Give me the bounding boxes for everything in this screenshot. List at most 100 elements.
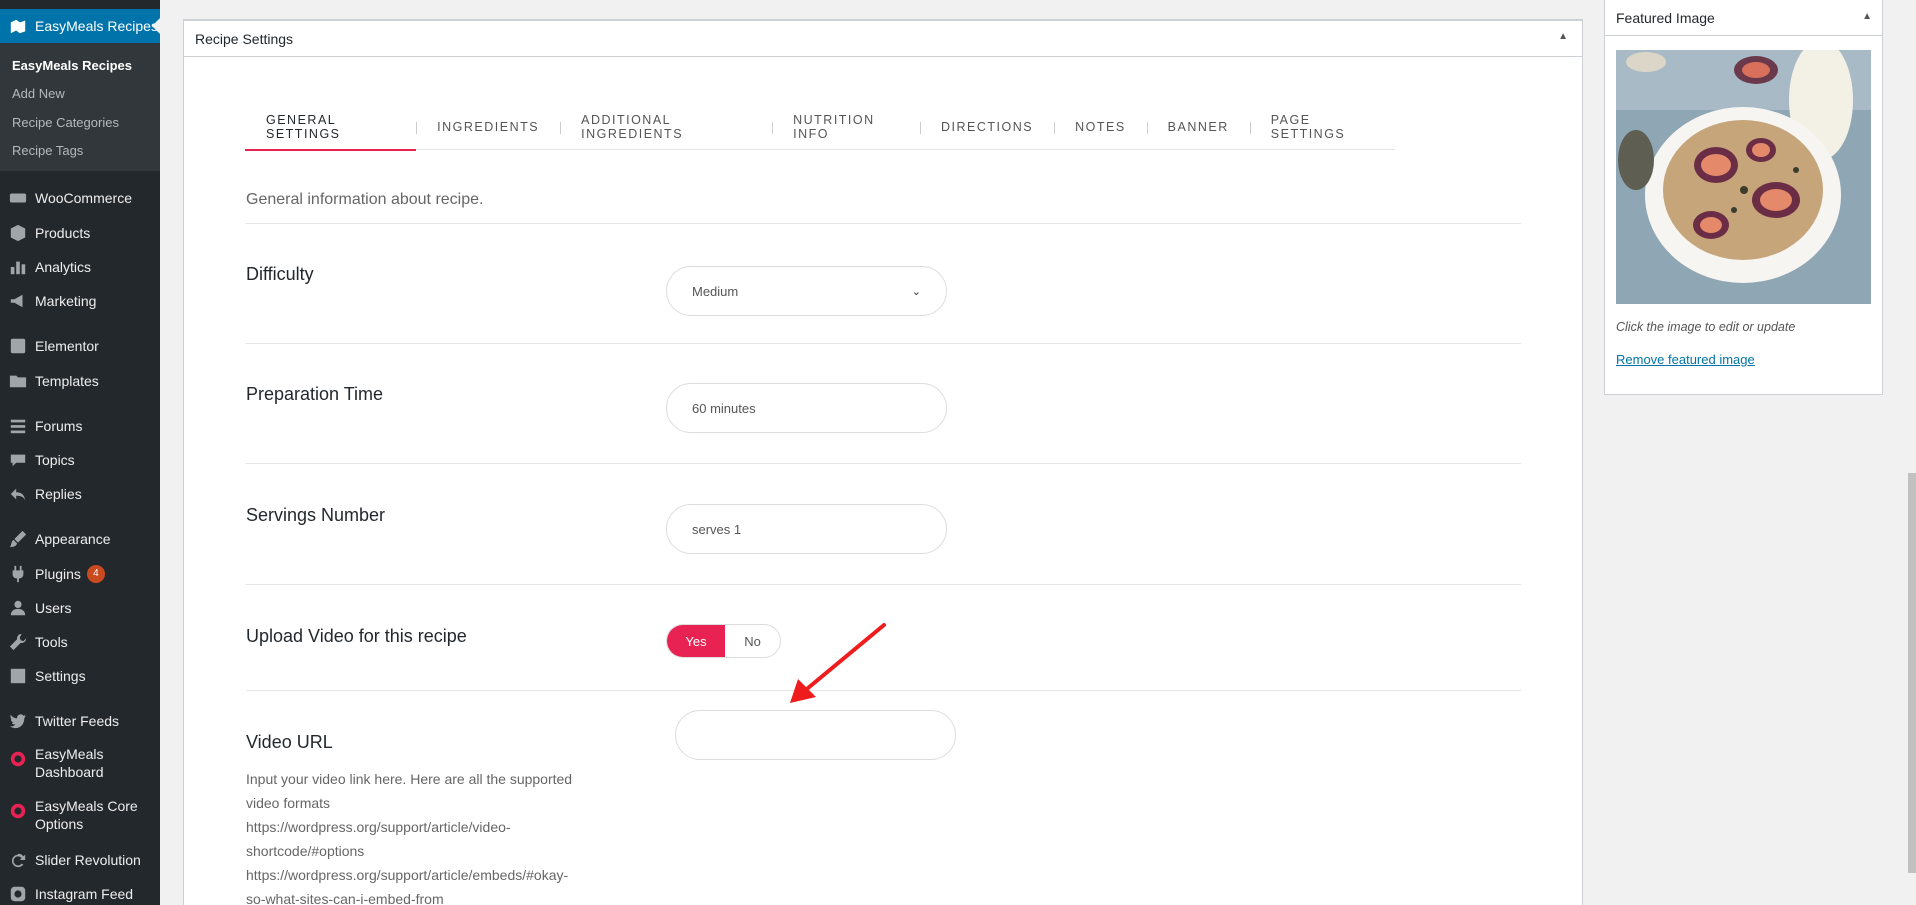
remove-featured-image-link[interactable]: Remove featured image — [1616, 352, 1755, 367]
toggle-yes-button[interactable]: Yes — [667, 625, 725, 657]
toggle-no-button[interactable]: No — [725, 625, 780, 657]
sidebar-item-marketing[interactable]: Marketing — [0, 284, 160, 318]
video-url-help: Input your video link here. Here are all… — [246, 767, 616, 905]
tab-additional-ingredients[interactable]: ADDITIONAL INGREDIENTS — [560, 104, 772, 150]
divider — [246, 343, 1521, 344]
help-line: shortcode/#options — [246, 843, 365, 859]
settings-tabs: GENERAL SETTINGS INGREDIENTS ADDITIONAL … — [245, 104, 1395, 151]
sidebar-item-replies[interactable]: Replies — [0, 477, 160, 511]
tab-page-settings[interactable]: PAGE SETTINGS — [1249, 104, 1395, 150]
sidebar-item-forums[interactable]: Forums — [0, 409, 160, 443]
plugin-icon — [8, 564, 28, 584]
video-url-input[interactable] — [675, 710, 956, 760]
collapse-toggle-icon[interactable]: ▲ — [1558, 31, 1568, 42]
submenu-item-recipe-tags[interactable]: Recipe Tags — [0, 137, 160, 166]
tab-ingredients[interactable]: INGREDIENTS — [416, 104, 560, 150]
easymeals-icon — [8, 801, 28, 821]
topics-icon — [8, 450, 28, 470]
difficulty-value: Medium — [692, 283, 739, 299]
help-line: Input your video link here. Here are all… — [246, 771, 573, 787]
metabox-header[interactable]: Recipe Settings ▲ — [184, 21, 1582, 57]
refresh-icon — [8, 850, 28, 870]
help-line: video formats — [246, 795, 331, 811]
admin-sidebar: EasyMeals Recipes EasyMeals Recipes Add … — [0, 0, 160, 905]
metabox-title: Recipe Settings — [195, 30, 294, 47]
sidebar-item-label: Settings — [35, 668, 86, 684]
megaphone-icon — [8, 291, 28, 311]
submenu-item-add-new[interactable]: Add New — [0, 80, 160, 109]
page-scrollbar[interactable] — [1908, 473, 1916, 873]
sidebar-item-tools[interactable]: Tools — [0, 625, 160, 659]
featured-image-box: Featured Image ▲ Click the image to edit… — [1604, 0, 1883, 395]
sidebar-item-easymeals-recipes[interactable]: EasyMeals Recipes — [0, 9, 160, 43]
sidebar-item-analytics[interactable]: Analytics — [0, 250, 160, 284]
twitter-icon — [8, 711, 28, 731]
sidebar-item-twitter-feeds[interactable]: Twitter Feeds — [0, 704, 160, 738]
upload-video-toggle: Yes No — [666, 624, 781, 658]
folder-icon — [8, 371, 28, 391]
user-icon — [8, 598, 28, 618]
sidebar-item-label: Appearance — [35, 531, 111, 547]
servings-number-input[interactable]: serves 1 — [666, 504, 947, 554]
preparation-time-value: 60 minutes — [692, 400, 756, 416]
sidebar-item-instagram-feed[interactable]: Instagram Feed — [0, 877, 160, 905]
sidebar-item-label: Products — [35, 225, 91, 241]
sidebar-item-label: Marketing — [35, 293, 97, 309]
sidebar-item-plugins[interactable]: Plugins 4 — [0, 557, 160, 591]
sidebar-item-topics[interactable]: Topics — [0, 443, 160, 477]
difficulty-label: Difficulty — [246, 264, 314, 284]
sidebar-item-templates[interactable]: Templates — [0, 364, 160, 398]
sidebar-item-products[interactable]: Products — [0, 216, 160, 250]
sidebar-item-label: Tools — [35, 634, 68, 650]
sidebar-item-settings[interactable]: Settings — [0, 659, 160, 693]
sidebar-item-appearance[interactable]: Appearance — [0, 522, 160, 556]
sidebar-item-easymeals-dashboard[interactable]: EasyMeals Dashboard — [0, 745, 160, 789]
woocommerce-icon — [8, 188, 28, 208]
settings-icon — [8, 666, 28, 686]
easymeals-icon — [8, 749, 28, 769]
replies-icon — [8, 484, 28, 504]
servings-number-label: Servings Number — [246, 505, 386, 525]
tab-directions[interactable]: DIRECTIONS — [920, 104, 1054, 150]
featured-image-note: Click the image to edit or update — [1616, 320, 1796, 334]
sidebar-item-woocommerce[interactable]: WooCommerce — [0, 181, 160, 215]
sidebar-item-label: Twitter Feeds — [35, 713, 120, 729]
divider — [246, 463, 1521, 464]
preparation-time-input[interactable]: 60 minutes — [666, 383, 947, 433]
submenu-item-recipe-categories[interactable]: Recipe Categories — [0, 108, 160, 137]
elementor-icon — [8, 336, 28, 356]
sidebar-item-label: Replies — [35, 486, 82, 502]
tab-notes[interactable]: NOTES — [1054, 104, 1147, 150]
featured-image-title: Featured Image — [1616, 9, 1715, 26]
tab-general-settings[interactable]: GENERAL SETTINGS — [245, 104, 417, 151]
preparation-time-label: Preparation Time — [246, 384, 384, 404]
analytics-icon — [8, 257, 28, 277]
sidebar-item-elementor[interactable]: Elementor — [0, 329, 160, 363]
help-line: https://wordpress.org/support/article/em… — [246, 867, 569, 883]
sidebar-item-label: WooCommerce — [35, 190, 132, 206]
sidebar-submenu: EasyMeals Recipes Add New Recipe Categor… — [0, 43, 160, 171]
sidebar-item-label: Templates — [35, 373, 99, 389]
sidebar-item-label: Users — [35, 600, 72, 616]
sidebar-item-label: Topics — [35, 452, 75, 468]
tab-banner[interactable]: BANNER — [1146, 104, 1250, 150]
sidebar-item-label: Plugins — [35, 566, 81, 582]
brush-icon — [8, 529, 28, 549]
featured-image-header[interactable]: Featured Image ▲ — [1605, 0, 1882, 36]
submenu-item-easymeals-recipes[interactable]: EasyMeals Recipes — [0, 51, 160, 80]
sidebar-item-label: Slider Revolution — [35, 852, 141, 868]
sidebar-item-slider-revolution[interactable]: Slider Revolution — [0, 843, 160, 877]
recipe-icon — [8, 16, 28, 36]
difficulty-select[interactable]: Medium ⌄ — [666, 266, 947, 316]
sidebar-item-label: Forums — [35, 418, 83, 434]
sidebar-item-easymeals-core-options[interactable]: EasyMeals Core Options — [0, 797, 160, 841]
recipe-settings-metabox: Recipe Settings ▲ GENERAL SETTINGS INGRE… — [183, 20, 1583, 905]
collapse-toggle-icon[interactable]: ▲ — [1862, 11, 1872, 22]
tab-nutrition-info[interactable]: NUTRITION INFO — [772, 104, 920, 150]
annotation-arrow — [790, 623, 886, 703]
featured-image-thumbnail[interactable] — [1616, 50, 1871, 304]
sidebar-item-label: Instagram Feed — [35, 886, 134, 902]
sidebar-item-users[interactable]: Users — [0, 591, 160, 625]
help-line: so-what-sites-can-i-embed-from — [246, 891, 444, 905]
divider — [246, 223, 1521, 224]
